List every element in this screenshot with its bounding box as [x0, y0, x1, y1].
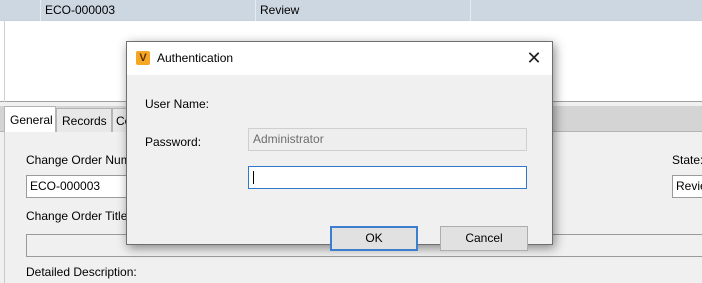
change-order-number-field[interactable]: ECO-000003 — [26, 175, 131, 198]
ok-button[interactable]: OK — [330, 226, 418, 251]
dialog-title: Authentication — [157, 51, 234, 65]
cancel-button[interactable]: Cancel — [440, 226, 528, 251]
change-order-title-label: Change Order Title — [26, 209, 128, 223]
username-value: Administrator — [253, 132, 324, 146]
state-field[interactable]: Revie — [672, 175, 702, 198]
username-field: Administrator — [248, 128, 527, 151]
text-caret — [253, 171, 254, 184]
state-label: State: — [672, 153, 702, 167]
column-divider — [470, 0, 471, 21]
dialog-body: User Name: Administrator Password: OK Ca… — [127, 75, 552, 251]
password-field[interactable] — [248, 166, 527, 189]
table-row[interactable]: ECO-000003 Review — [0, 0, 702, 21]
tab-general[interactable]: General — [4, 106, 56, 133]
vault-logo-icon: V — [136, 51, 150, 65]
row-state-cell: Review — [260, 3, 300, 17]
change-order-number-label: Change Order Num — [26, 153, 131, 167]
username-label: User Name: — [145, 97, 210, 111]
row-number-cell: ECO-000003 — [45, 3, 116, 17]
tab-records[interactable]: Records — [56, 108, 112, 132]
authentication-dialog: V Authentication ✕ User Name: Administra… — [126, 41, 553, 251]
password-label: Password: — [145, 135, 202, 149]
detailed-description-label: Detailed Description: — [26, 265, 137, 279]
close-icon[interactable]: ✕ — [519, 45, 549, 71]
